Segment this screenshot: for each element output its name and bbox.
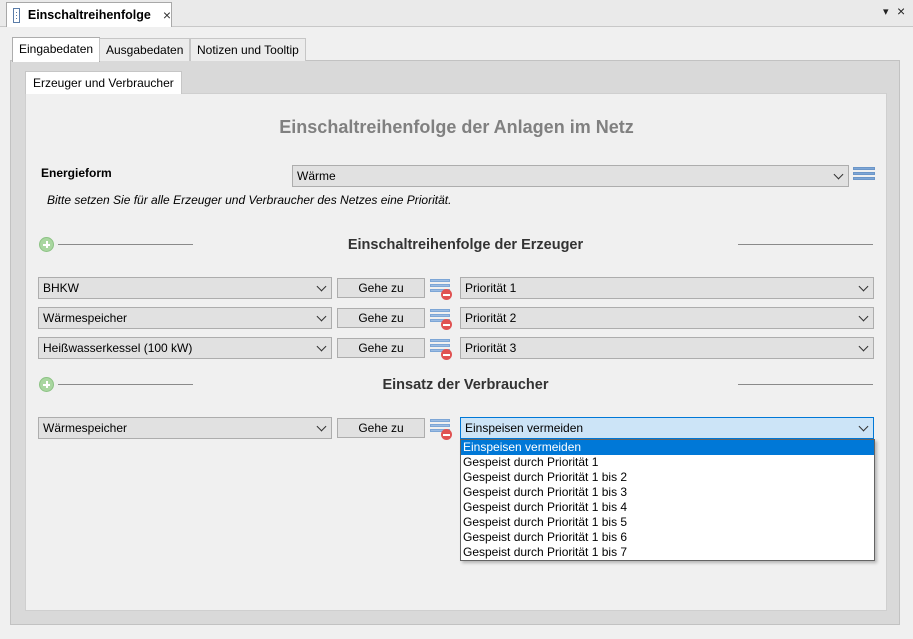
erzeuger-plant-select[interactable]: Wärmespeicher	[38, 307, 332, 329]
priority-value: Priorität 1	[465, 281, 517, 295]
chevron-down-icon	[858, 281, 869, 292]
divider	[738, 384, 873, 385]
add-verbraucher-icon[interactable]	[39, 377, 54, 392]
tab-ausgabedaten[interactable]: Ausgabedaten	[99, 38, 191, 61]
priority-value: Einspeisen vermeiden	[465, 421, 584, 435]
energieform-value: Wärme	[297, 169, 336, 183]
chevron-down-icon	[833, 169, 844, 180]
dropdown-option[interactable]: Gespeist durch Priorität 1 bis 3	[461, 485, 874, 500]
goto-button[interactable]: Gehe zu	[337, 338, 425, 358]
document-tab-title: Einschaltreihenfolge	[27, 8, 151, 22]
chevron-down-icon	[316, 281, 327, 292]
divider	[58, 244, 193, 245]
energieform-label: Energieform	[41, 166, 112, 180]
add-erzeuger-icon[interactable]	[39, 237, 54, 252]
hint-text: Bitte setzen Sie für alle Erzeuger und V…	[47, 193, 452, 207]
chevron-down-icon[interactable]: ▾	[883, 5, 889, 18]
priority-value: Priorität 3	[465, 341, 517, 355]
document-tab[interactable]: Einschaltreihenfolge ×	[6, 2, 172, 27]
priority-select[interactable]: Priorität 3	[460, 337, 874, 359]
verbraucher-plant-select[interactable]: Wärmespeicher	[38, 417, 332, 439]
dropdown-option[interactable]: Gespeist durch Priorität 1 bis 2	[461, 470, 874, 485]
goto-button[interactable]: Gehe zu	[337, 418, 425, 438]
priority-select[interactable]: Priorität 2	[460, 307, 874, 329]
remove-icon[interactable]	[430, 309, 454, 331]
erzeuger-plant-select[interactable]: BHKW	[38, 277, 332, 299]
close-icon[interactable]: ×	[163, 7, 171, 23]
priority-value: Priorität 2	[465, 311, 517, 325]
document-icon	[13, 7, 20, 23]
remove-icon[interactable]	[430, 419, 454, 441]
plant-value: BHKW	[43, 281, 79, 295]
energieform-select[interactable]: Wärme	[292, 165, 849, 187]
verbraucher-priority-select[interactable]: Einspeisen vermeiden	[460, 417, 874, 439]
priority-select[interactable]: Priorität 1	[460, 277, 874, 299]
tab-eingabedaten[interactable]: Eingabedaten	[12, 37, 101, 62]
tab-notizen-und-tooltip[interactable]: Notizen und Tooltip	[190, 38, 306, 61]
plant-value: Heißwasserkessel (100 kW)	[43, 341, 193, 355]
plant-value: Wärmespeicher	[43, 421, 128, 435]
list-icon[interactable]	[853, 167, 875, 182]
chevron-down-icon	[316, 421, 327, 432]
priority-dropdown-list: Einspeisen vermeiden Gespeist durch Prio…	[460, 439, 875, 561]
chevron-down-icon	[316, 341, 327, 352]
tab-erzeuger-und-verbraucher[interactable]: Erzeuger und Verbraucher	[25, 71, 182, 94]
dropdown-option[interactable]: Gespeist durch Priorität 1 bis 7	[461, 545, 874, 560]
page-title: Einschaltreihenfolge der Anlagen im Netz	[279, 117, 634, 137]
verbraucher-section-title: Einsatz der Verbraucher	[382, 377, 549, 393]
chevron-down-icon	[858, 421, 869, 432]
plant-value: Wärmespeicher	[43, 311, 128, 325]
chevron-down-icon	[858, 311, 869, 322]
remove-icon[interactable]	[430, 339, 454, 361]
divider	[738, 244, 873, 245]
divider	[58, 384, 193, 385]
goto-button[interactable]: Gehe zu	[337, 308, 425, 328]
dropdown-option[interactable]: Gespeist durch Priorität 1 bis 5	[461, 515, 874, 530]
erzeuger-plant-select[interactable]: Heißwasserkessel (100 kW)	[38, 337, 332, 359]
dropdown-option[interactable]: Gespeist durch Priorität 1 bis 4	[461, 500, 874, 515]
dropdown-option[interactable]: Gespeist durch Priorität 1	[461, 455, 874, 470]
remove-icon[interactable]	[430, 279, 454, 301]
dropdown-option[interactable]: Gespeist durch Priorität 1 bis 6	[461, 530, 874, 545]
goto-button[interactable]: Gehe zu	[337, 278, 425, 298]
dropdown-option[interactable]: Einspeisen vermeiden	[461, 440, 874, 455]
erzeuger-section-title: Einschaltreihenfolge der Erzeuger	[347, 237, 584, 253]
chevron-down-icon	[858, 341, 869, 352]
close-icon[interactable]: ×	[897, 3, 905, 19]
chevron-down-icon	[316, 311, 327, 322]
